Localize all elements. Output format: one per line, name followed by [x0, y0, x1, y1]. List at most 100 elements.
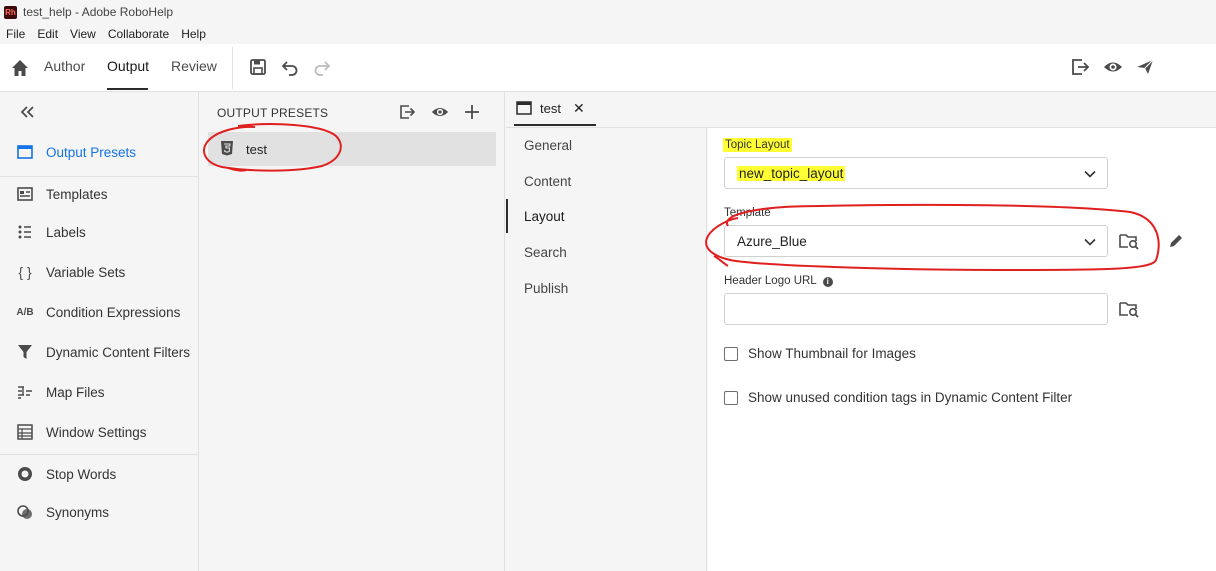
rail-label: Synonyms [46, 504, 110, 520]
rail-item-stop-words[interactable]: Stop Words [0, 456, 198, 492]
preview-preset-eye-icon[interactable] [430, 102, 450, 122]
tab-output[interactable]: Output [107, 58, 149, 74]
settings-nav: General Content Layout Search Publish [506, 128, 707, 571]
robohelp-logo: Rh [4, 5, 17, 19]
menu-edit[interactable]: Edit [31, 27, 64, 41]
tab-review[interactable]: Review [171, 58, 217, 74]
nav-label: Publish [524, 280, 569, 296]
rail-label: Condition Expressions [46, 304, 181, 320]
templates-icon [15, 184, 35, 204]
checkbox-label: Show unused condition tags in Dynamic Co… [748, 390, 1073, 405]
preview-eye-icon[interactable] [1102, 56, 1124, 78]
title-bar: Rh test_help - Adobe RoboHelp [0, 0, 1216, 24]
presets-panel-title: OUTPUT PRESETS [217, 106, 329, 120]
nav-general[interactable]: General [506, 128, 706, 162]
topic-layout-label: Topic Layout [723, 138, 792, 152]
save-icon[interactable] [247, 56, 269, 78]
chevron-down-icon [1084, 170, 1096, 178]
topic-layout-select[interactable]: new_topic_layout [724, 157, 1108, 189]
add-preset-icon[interactable] [462, 102, 482, 122]
rail-item-synonyms[interactable]: Synonyms [0, 494, 198, 530]
output-presets-icon [15, 142, 35, 162]
rail-label: Output Presets [46, 144, 137, 160]
rail-divider [0, 454, 198, 455]
undo-icon[interactable] [279, 56, 301, 78]
preset-label: test [246, 141, 267, 157]
export-preset-icon[interactable] [397, 102, 417, 122]
rail-label: Variable Sets [46, 264, 126, 280]
toolbar-divider [232, 47, 233, 89]
export-icon[interactable] [1069, 56, 1091, 78]
rail-label: Stop Words [46, 466, 117, 482]
rail-label: Labels [46, 224, 86, 240]
rail-item-window-settings[interactable]: Window Settings [0, 414, 198, 450]
rail-item-labels[interactable]: Labels [0, 214, 198, 250]
layout-settings-form: Topic Layout new_topic_layout Template A… [708, 128, 1216, 571]
labels-icon [15, 222, 35, 242]
menu-bar: File Edit View Collaborate Help [0, 24, 1216, 44]
window-settings-icon [15, 422, 35, 442]
menu-view[interactable]: View [64, 27, 102, 41]
stop-words-icon [15, 464, 35, 484]
show-unused-tags-checkbox-row[interactable]: Show unused condition tags in Dynamic Co… [724, 390, 1072, 405]
preset-item-test[interactable]: test [208, 132, 496, 166]
rail-item-condition-expressions[interactable]: A/B Condition Expressions [0, 294, 198, 330]
close-tab-icon[interactable]: ✕ [573, 100, 585, 117]
filter-icon [15, 342, 35, 362]
checkbox-label: Show Thumbnail for Images [748, 346, 916, 361]
ab-icon: A/B [16, 306, 34, 318]
home-icon[interactable] [10, 58, 30, 78]
braces-icon: { } [18, 264, 32, 280]
show-thumbnail-checkbox[interactable] [724, 346, 738, 361]
nav-content[interactable]: Content [506, 164, 706, 198]
header-logo-url-input[interactable] [724, 293, 1108, 325]
window-title: test_help - Adobe RoboHelp [23, 5, 174, 19]
edit-pencil-icon[interactable] [1165, 230, 1187, 252]
show-thumbnail-checkbox-row[interactable]: Show Thumbnail for Images [724, 346, 916, 361]
menu-file[interactable]: File [0, 27, 31, 41]
editor-tab-label: test [540, 100, 561, 116]
synonyms-icon [15, 502, 35, 522]
template-value: Azure_Blue [737, 233, 807, 249]
map-files-icon [15, 382, 35, 402]
tab-author[interactable]: Author [44, 58, 85, 74]
nav-publish[interactable]: Publish [506, 271, 706, 305]
rail-label: Map Files [46, 384, 105, 400]
redo-icon[interactable] [311, 56, 333, 78]
rail-label: Templates [46, 186, 108, 202]
rail-item-dynamic-content-filters[interactable]: Dynamic Content Filters [0, 334, 198, 370]
nav-label: Search [524, 244, 567, 260]
template-label: Template [724, 207, 771, 219]
show-unused-tags-checkbox[interactable] [724, 390, 738, 405]
html5-icon [220, 140, 236, 158]
template-select[interactable]: Azure_Blue [724, 225, 1108, 257]
nav-search[interactable]: Search [506, 235, 706, 269]
active-tab-indicator [107, 88, 148, 90]
rail-label: Dynamic Content Filters [46, 344, 191, 360]
rail-item-map-files[interactable]: Map Files [0, 374, 198, 410]
browse-folder-icon[interactable] [1118, 298, 1140, 320]
rail-item-templates[interactable]: Templates [0, 176, 198, 212]
editor-tab-test[interactable]: test ✕ [514, 92, 596, 126]
nav-label: General [524, 137, 573, 153]
rail-item-variable-sets[interactable]: { } Variable Sets [0, 254, 198, 290]
nav-label: Layout [524, 208, 565, 224]
nav-label: Content [524, 173, 572, 189]
nav-layout[interactable]: Layout [506, 199, 706, 233]
publish-send-icon[interactable] [1134, 56, 1156, 78]
menu-help[interactable]: Help [175, 27, 212, 41]
info-icon[interactable]: i [822, 276, 833, 287]
left-rail: Output Presets Templates Labels { } Vari… [0, 92, 199, 571]
menu-collaborate[interactable]: Collaborate [102, 27, 175, 41]
preset-tab-icon [516, 100, 532, 116]
collapse-chevrons-icon[interactable] [18, 102, 38, 122]
header-logo-url-label-text: Header Logo URL [724, 275, 817, 287]
editor-tab-bar: test ✕ [506, 92, 1216, 128]
chevron-down-icon [1084, 238, 1096, 246]
rail-item-output-presets[interactable]: Output Presets [0, 134, 198, 170]
browse-folder-icon[interactable] [1118, 230, 1140, 252]
topic-layout-value: new_topic_layout [737, 165, 846, 181]
output-presets-panel: OUTPUT PRESETS test [200, 92, 505, 571]
header-logo-url-label: Header Logo URL i [724, 275, 833, 287]
main-toolbar: Author Output Review [0, 44, 1216, 92]
